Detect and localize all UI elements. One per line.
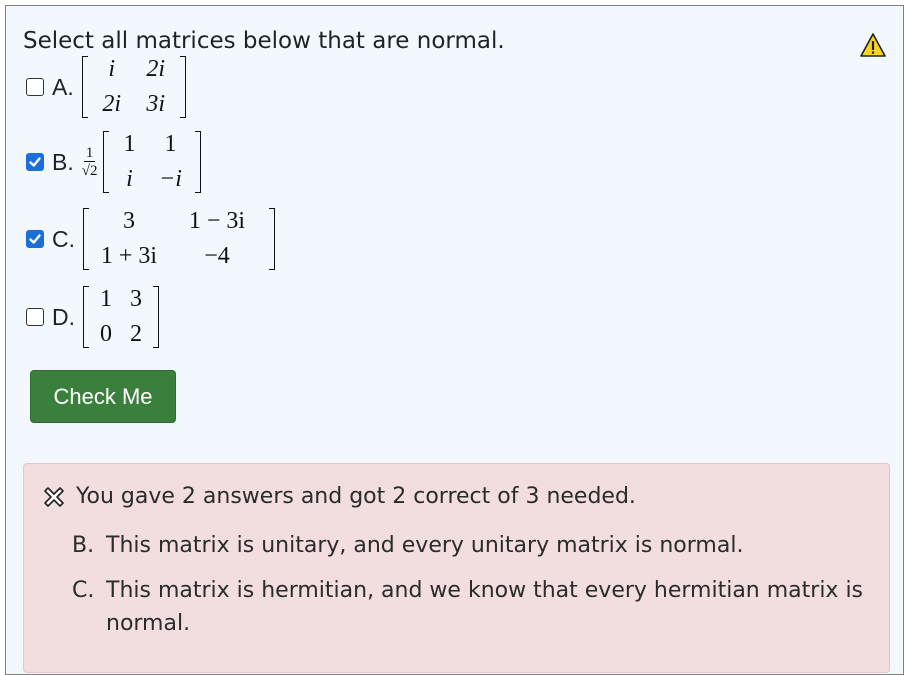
option-d-letter: D. [52, 303, 75, 330]
matrix-cell: −4 [204, 243, 230, 269]
option-c-letter: C. [52, 225, 75, 252]
matrix-cell: 1 [123, 131, 136, 157]
check-me-button[interactable]: Check Me [30, 370, 176, 423]
matrix-cell: 0 [100, 321, 112, 347]
matrix-cell: 1 + 3i [100, 243, 158, 269]
feedback-list: B. This matrix is unitary, and every uni… [72, 529, 872, 652]
feedback-item: B. This matrix is unitary, and every uni… [72, 529, 872, 562]
matrix-cell: 2i [102, 91, 122, 117]
option-a-matrix: i 2i 2i 3i [81, 56, 186, 118]
matrix-cell: 3 [130, 286, 142, 312]
matrix-cell: i [126, 166, 133, 192]
option-a-checkbox[interactable] [26, 78, 44, 96]
matrix-cell: 2i [146, 56, 166, 82]
matrix-cell: 1 − 3i [188, 208, 246, 234]
option-d[interactable]: D. 1 3 0 2 [26, 286, 159, 348]
option-a-letter: A. [52, 73, 74, 100]
x-mark-icon [44, 486, 64, 507]
question-prompt: Select all matrices below that are norma… [23, 28, 505, 54]
checkmark-icon [29, 157, 41, 167]
option-b-checkbox[interactable] [26, 153, 44, 171]
feedback-item-letter: C. [72, 578, 95, 603]
feedback-item: C. This matrix is hermitian, and we know… [72, 574, 872, 640]
option-b[interactable]: B. 1 √2 1 1 i −i [26, 131, 202, 193]
option-c-checkbox[interactable] [26, 230, 44, 248]
feedback-box: You gave 2 answers and got 2 correct of … [23, 463, 890, 673]
matrix-cell: 1 [100, 286, 112, 312]
option-a[interactable]: A. i 2i 2i 3i [26, 56, 186, 118]
option-d-checkbox[interactable] [26, 308, 44, 326]
option-b-letter: B. [52, 148, 74, 175]
option-d-matrix: 1 3 0 2 [83, 286, 159, 348]
question-panel: Select all matrices below that are norma… [5, 5, 904, 675]
option-c[interactable]: C. 3 1 − 3i 1 + 3i −4 [26, 208, 275, 270]
warning-triangle-icon[interactable] [859, 32, 887, 58]
feedback-item-text: This matrix is unitary, and every unitar… [106, 533, 744, 558]
feedback-summary: You gave 2 answers and got 2 correct of … [76, 484, 636, 509]
checkmark-icon [29, 234, 41, 244]
matrix-cell: −i [159, 166, 182, 192]
matrix-cell: i [108, 56, 116, 82]
feedback-item-letter: B. [72, 533, 95, 558]
option-b-matrix: 1 1 i −i [103, 131, 202, 193]
option-c-matrix: 3 1 − 3i 1 + 3i −4 [83, 208, 275, 270]
fraction-numerator: 1 [83, 144, 96, 162]
feedback-item-text: This matrix is hermitian, and we know th… [106, 578, 864, 636]
fraction-denominator: √2 [81, 162, 98, 179]
matrix-cell: 3i [146, 91, 166, 117]
option-b-fraction: 1 √2 [82, 145, 98, 180]
matrix-cell: 2 [130, 321, 142, 347]
matrix-cell: 3 [123, 208, 135, 234]
feedback-summary-row: You gave 2 answers and got 2 correct of … [42, 484, 636, 509]
matrix-cell: 1 [164, 131, 177, 157]
